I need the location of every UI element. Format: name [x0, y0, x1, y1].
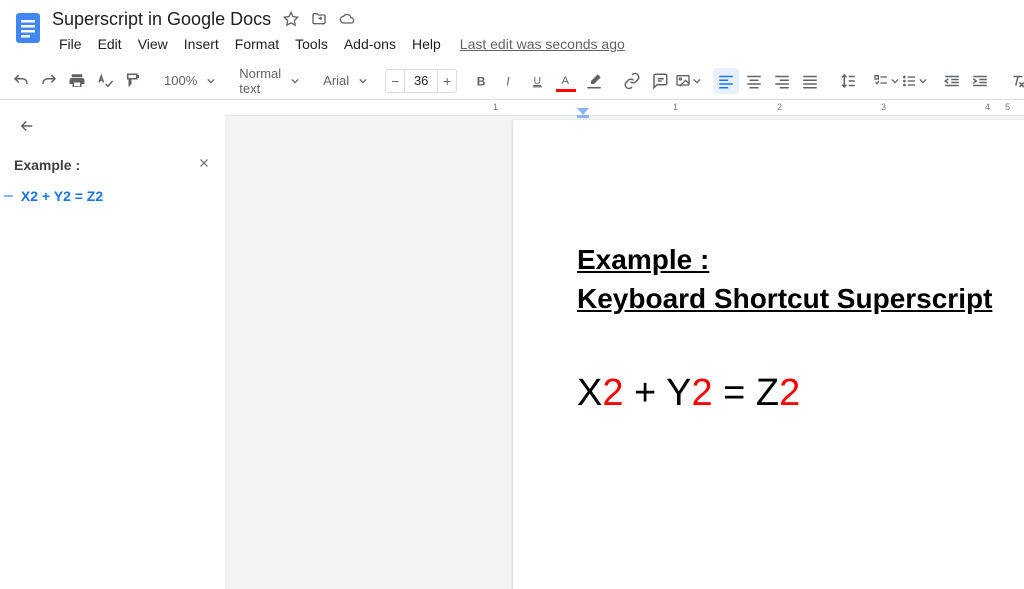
- outline-close-button[interactable]: [197, 156, 211, 173]
- insert-link-button[interactable]: [619, 68, 645, 94]
- print-button[interactable]: [64, 68, 90, 94]
- text-color-button[interactable]: A: [553, 68, 579, 94]
- outline-back-button[interactable]: [14, 114, 40, 138]
- cloud-status-icon[interactable]: [339, 11, 355, 27]
- caret-down-icon: [919, 72, 927, 90]
- caret-down-icon: [359, 73, 367, 88]
- titlebar: Superscript in Google Docs File Edit Vie…: [0, 0, 1024, 56]
- align-right-button[interactable]: [769, 68, 795, 94]
- align-left-button[interactable]: [713, 68, 739, 94]
- indent-marker-icon[interactable]: [577, 108, 589, 118]
- caret-down-icon: [207, 73, 215, 88]
- outline-heading: Example :: [14, 157, 80, 173]
- insert-image-button[interactable]: [675, 68, 701, 94]
- document-page[interactable]: Example : Keyboard Shortcut Superscript …: [513, 120, 1024, 589]
- svg-text:I: I: [506, 74, 510, 88]
- toolbar: 100% Normal text Arial − 36 + B I U A: [0, 62, 1024, 100]
- font-size-control: − 36 +: [385, 69, 457, 93]
- increase-indent-button[interactable]: [967, 68, 993, 94]
- line-spacing-button[interactable]: [835, 68, 861, 94]
- underline-button[interactable]: U: [525, 68, 551, 94]
- svg-text:U: U: [534, 75, 542, 87]
- svg-text:B: B: [477, 74, 486, 88]
- bulleted-list-button[interactable]: [901, 68, 927, 94]
- font-size-increase-button[interactable]: +: [437, 69, 457, 93]
- insert-comment-button[interactable]: [647, 68, 673, 94]
- document-area: 1 1 2 3 4 5 1 2 3 4 Example : Keyboard S…: [225, 100, 1024, 589]
- last-edit-status[interactable]: Last edit was seconds ago: [460, 36, 625, 52]
- outline-panel: Example : – X2 + Y2 = Z2: [0, 100, 225, 589]
- bold-button[interactable]: B: [469, 68, 495, 94]
- undo-button[interactable]: [8, 68, 34, 94]
- svg-text:A: A: [562, 75, 570, 87]
- text-color-swatch: [556, 89, 576, 92]
- horizontal-ruler[interactable]: 1 1 2 3 4 5: [225, 100, 1024, 116]
- font-family-value: Arial: [323, 73, 349, 88]
- ruler-tick: 2: [777, 102, 782, 112]
- align-justify-button[interactable]: [797, 68, 823, 94]
- highlight-color-button[interactable]: [581, 68, 607, 94]
- decrease-indent-button[interactable]: [939, 68, 965, 94]
- document-title[interactable]: Superscript in Google Docs: [52, 9, 271, 30]
- equation-text[interactable]: X2 + Y2 = Z2: [577, 372, 1024, 415]
- caret-down-icon: [891, 72, 899, 90]
- outline-marker: –: [4, 187, 13, 205]
- paragraph-style-dropdown[interactable]: Normal text: [233, 68, 305, 94]
- redo-button[interactable]: [36, 68, 62, 94]
- star-icon[interactable]: [283, 11, 299, 27]
- menu-insert[interactable]: Insert: [177, 34, 226, 54]
- ruler-tick: 4: [985, 102, 990, 112]
- clear-formatting-button[interactable]: [1005, 68, 1024, 94]
- outline-item[interactable]: X2 + Y2 = Z2: [21, 188, 103, 204]
- move-folder-icon[interactable]: [311, 11, 327, 27]
- menu-format[interactable]: Format: [228, 34, 286, 54]
- paint-format-button[interactable]: [120, 68, 146, 94]
- ruler-tick: 5: [1005, 102, 1010, 112]
- font-size-decrease-button[interactable]: −: [385, 69, 405, 93]
- menu-help[interactable]: Help: [405, 34, 448, 54]
- paragraph-style-value: Normal text: [239, 66, 281, 96]
- spellcheck-button[interactable]: [92, 68, 118, 94]
- vertical-ruler: [0, 100, 4, 589]
- caret-down-icon: [291, 73, 299, 88]
- page-heading-2[interactable]: Keyboard Shortcut Superscript: [577, 279, 1024, 318]
- ruler-tick: 1: [673, 102, 678, 112]
- menu-file[interactable]: File: [52, 34, 89, 54]
- workspace: Example : – X2 + Y2 = Z2 1 1 2 3 4 5: [0, 100, 1024, 589]
- align-center-button[interactable]: [741, 68, 767, 94]
- menu-addons[interactable]: Add-ons: [337, 34, 403, 54]
- menu-edit[interactable]: Edit: [91, 34, 129, 54]
- menubar: File Edit View Insert Format Tools Add-o…: [52, 32, 625, 56]
- zoom-dropdown[interactable]: 100%: [158, 68, 221, 94]
- font-size-value[interactable]: 36: [405, 69, 437, 93]
- menu-tools[interactable]: Tools: [288, 34, 335, 54]
- page-heading-1[interactable]: Example :: [577, 240, 1024, 279]
- italic-button[interactable]: I: [497, 68, 523, 94]
- ruler-tick: 1: [493, 102, 498, 112]
- caret-down-icon: [693, 72, 701, 90]
- outline-item-row: – X2 + Y2 = Z2: [14, 187, 211, 205]
- ruler-tick: 3: [881, 102, 886, 112]
- font-family-dropdown[interactable]: Arial: [317, 68, 373, 94]
- menu-view[interactable]: View: [131, 34, 175, 54]
- checklist-button[interactable]: [873, 68, 899, 94]
- docs-logo-icon[interactable]: [10, 10, 46, 46]
- zoom-value: 100%: [164, 73, 197, 88]
